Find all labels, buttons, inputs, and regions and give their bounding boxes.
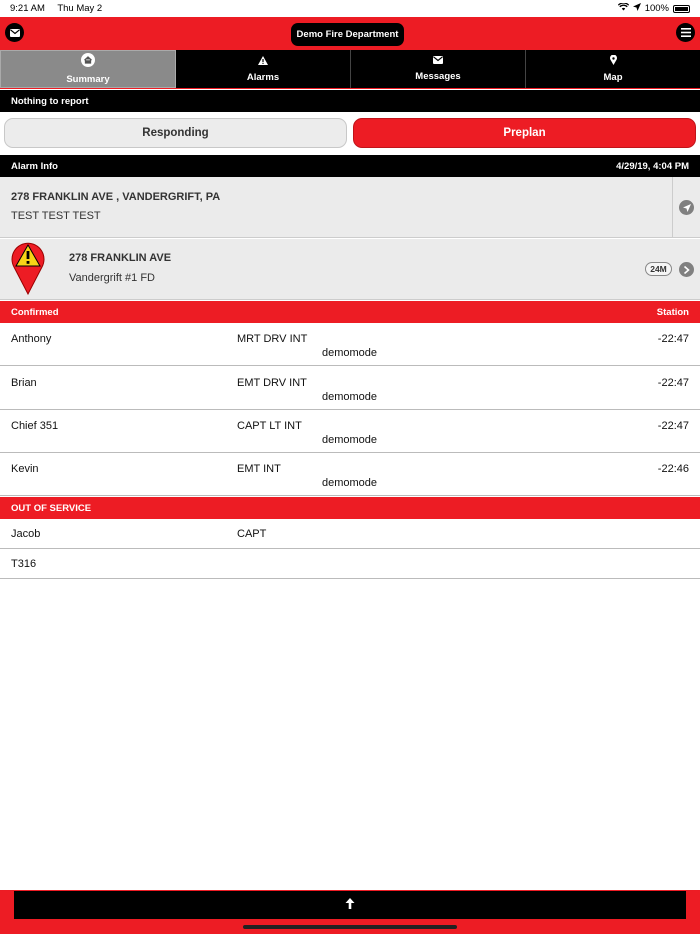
preplan-button[interactable]: Preplan <box>353 118 696 148</box>
responder-mode: demomode <box>322 477 378 489</box>
responder-position: EMT INT <box>237 463 281 475</box>
responder-mode: demomode <box>322 434 378 446</box>
arrow-up-icon <box>345 896 355 914</box>
envelope-icon <box>9 24 20 42</box>
responder-position: EMT DRV INT <box>237 377 307 389</box>
mail-button[interactable] <box>5 23 24 42</box>
responder-name: Kevin <box>11 463 39 475</box>
tab-summary[interactable]: Summary <box>0 50 176 88</box>
tab-summary-label: Summary <box>66 74 110 85</box>
location-arrow-icon <box>632 3 641 14</box>
tab-messages[interactable]: Messages <box>351 50 526 88</box>
out-of-service-header: OUT OF SERVICE <box>0 497 700 519</box>
out-of-service-row[interactable]: Jacob CAPT <box>0 519 700 549</box>
alarm-address: 278 FRANKLIN AVE , VANDERGRIFT, PA <box>11 191 221 203</box>
responder-name: Anthony <box>11 333 52 345</box>
envelope-icon <box>433 56 443 67</box>
navigation-arrow-icon <box>682 199 691 217</box>
out-of-service-row[interactable]: T316 <box>0 549 700 579</box>
notice-text: Nothing to report <box>0 90 700 112</box>
confirmed-header: Confirmed Station <box>0 301 700 323</box>
age-badge: 24M <box>645 262 672 276</box>
responder-row[interactable]: Anthony MRT DRV INT demomode -22:47 <box>0 323 700 366</box>
department-title[interactable]: Demo Fire Department <box>291 23 404 46</box>
map-pin-icon <box>609 54 617 68</box>
incident-card[interactable]: 278 FRANKLIN AVE Vandergrift #1 FD 24M <box>0 239 700 300</box>
warning-icon <box>258 55 268 68</box>
incident-department: Vandergrift #1 FD <box>69 272 156 284</box>
app-header: Demo Fire Department <box>0 17 700 50</box>
menu-button[interactable] <box>676 23 695 42</box>
alarm-info-title: Alarm Info <box>11 161 58 172</box>
responder-mode: demomode <box>322 391 378 403</box>
chevron-right-icon <box>683 261 690 279</box>
wifi-icon <box>617 2 629 14</box>
tab-alarms-label: Alarms <box>246 71 280 83</box>
alarm-pin-icon <box>10 239 46 300</box>
responder-mode: demomode <box>322 347 378 359</box>
navigate-button[interactable] <box>679 200 694 215</box>
responder-time: -22:47 <box>657 333 689 345</box>
responder-position: MRT DRV INT <box>237 333 308 345</box>
station-label: Station <box>656 307 689 318</box>
divider <box>672 177 673 238</box>
responder-time: -22:47 <box>657 377 689 389</box>
battery-icon <box>673 4 690 13</box>
responder-row[interactable]: Kevin EMT INT demomode -22:46 <box>0 453 700 496</box>
status-time: 9:21 AM <box>10 3 45 14</box>
incident-address: 278 FRANKLIN AVE <box>69 252 172 264</box>
status-date: Thu May 2 <box>57 3 103 14</box>
alarm-info-header: Alarm Info 4/29/19, 4:04 PM <box>0 155 700 177</box>
tab-bar: Summary Alarms Messages Map <box>0 50 700 89</box>
tab-alarms[interactable]: Alarms <box>176 50 351 88</box>
responder-time: -22:47 <box>657 420 689 432</box>
responder-name: Chief 351 <box>11 420 59 432</box>
confirmed-title: Confirmed <box>11 307 59 318</box>
status-bar: 9:21 AM Thu May 2 100% <box>0 0 700 17</box>
hamburger-menu-icon <box>680 24 691 42</box>
out-of-service-title: OUT OF SERVICE <box>11 503 92 514</box>
member-name: T316 <box>11 558 37 570</box>
tab-map[interactable]: Map <box>526 50 700 88</box>
responder-position: CAPT LT INT <box>237 420 302 432</box>
tab-messages-label: Messages <box>415 71 461 82</box>
alarm-timestamp: 4/29/19, 4:04 PM <box>616 161 689 172</box>
alarm-description: TEST TEST TEST <box>11 210 101 222</box>
responding-button[interactable]: Responding <box>4 118 347 148</box>
incident-detail-button[interactable] <box>679 262 694 277</box>
action-row: Responding Preplan <box>0 112 700 154</box>
responder-row[interactable]: Brian EMT DRV INT demomode -22:47 <box>0 367 700 410</box>
tab-map-label: Map <box>603 72 623 83</box>
alarm-address-card[interactable]: 278 FRANKLIN AVE , VANDERGRIFT, PA TEST … <box>0 177 700 238</box>
battery-percent: 100% <box>644 3 669 14</box>
member-position: CAPT <box>237 528 267 540</box>
responder-name: Brian <box>11 377 37 389</box>
scroll-to-top-button[interactable] <box>14 891 686 919</box>
member-name: Jacob <box>11 528 41 540</box>
home-icon <box>81 53 95 70</box>
home-indicator <box>243 925 457 929</box>
responder-time: -22:46 <box>657 463 689 475</box>
responder-row[interactable]: Chief 351 CAPT LT INT demomode -22:47 <box>0 410 700 453</box>
